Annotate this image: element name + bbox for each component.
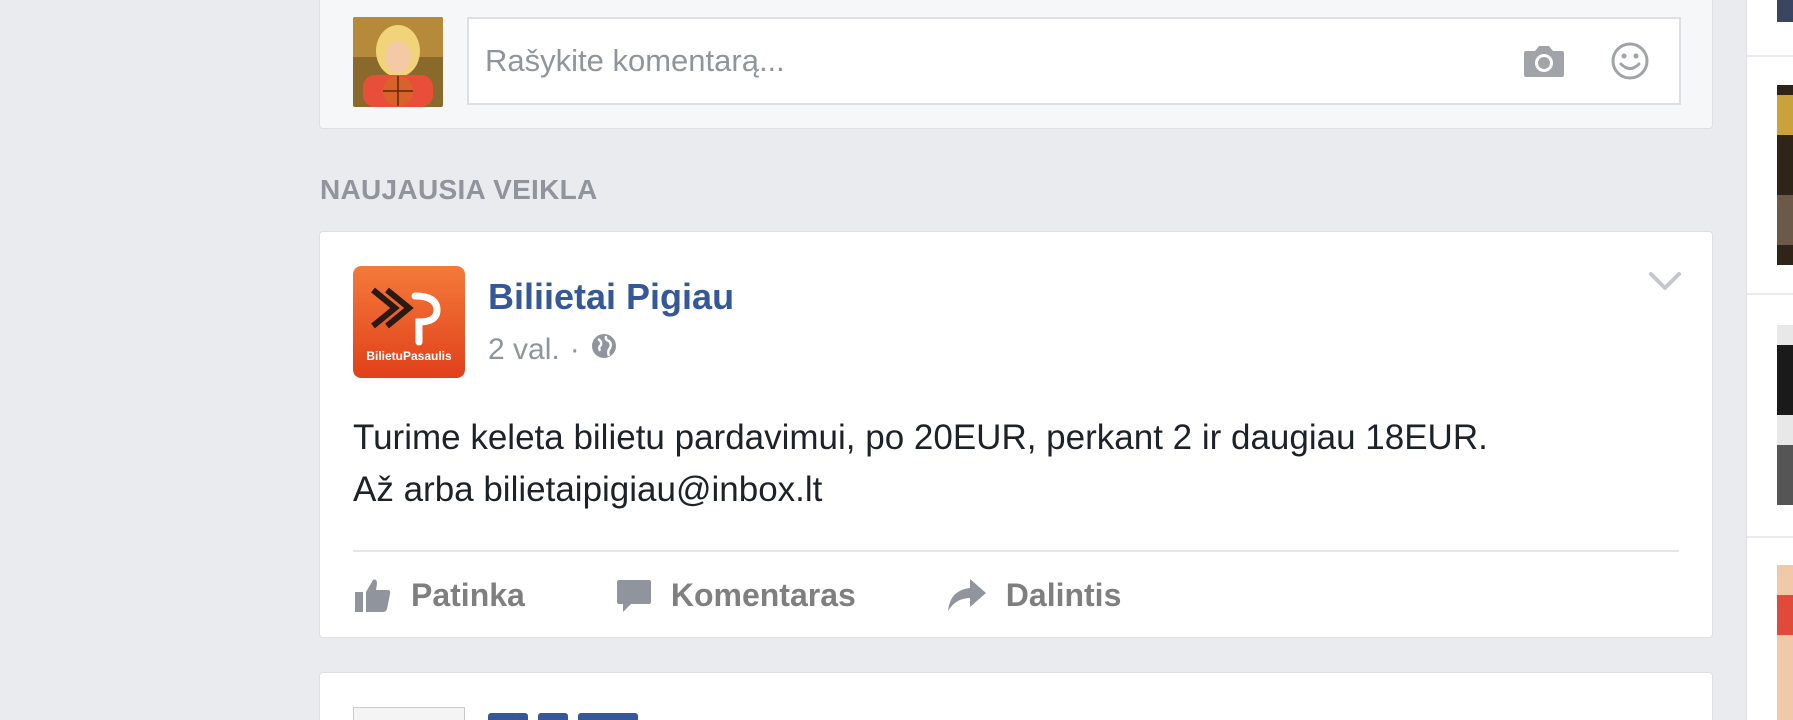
chevron-down-icon[interactable] <box>1647 268 1683 296</box>
thumbnail-detail <box>1777 345 1793 415</box>
next-feed-post <box>319 672 1713 720</box>
rail-divider <box>1747 536 1793 538</box>
page-avatar[interactable]: BilietuPasaulis <box>353 266 465 378</box>
user-avatar-image <box>353 17 443 107</box>
share-button[interactable]: Dalintis <box>946 576 1122 614</box>
logo-caption: BilietuPasaulis <box>366 349 452 363</box>
feed-post: BilietuPasaulis Biliietai Pigiau 2 val. … <box>319 231 1713 638</box>
rail-thumbnail[interactable] <box>1777 325 1793 505</box>
comment-composer-card: Rašykite komentarą... <box>319 0 1713 129</box>
thumbnail-detail <box>1777 595 1793 635</box>
share-icon <box>947 579 986 611</box>
globe-icon[interactable] <box>590 332 618 368</box>
comment-label: Komentaras <box>670 576 856 613</box>
thumbs-up-icon <box>355 579 391 612</box>
rail-thumbnail[interactable] <box>1777 0 1793 22</box>
thumbnail-detail <box>1777 195 1793 245</box>
thumbnail-detail <box>1777 445 1793 505</box>
thumbnail-detail <box>1777 95 1793 135</box>
like-label: Patinka <box>411 576 525 613</box>
post-text-line: Až arba bilietaipigiau@inbox.lt <box>353 470 823 509</box>
text-fragment <box>578 713 638 720</box>
next-post-avatar[interactable] <box>353 707 465 720</box>
share-label: Dalintis <box>1005 576 1122 613</box>
post-actions: Patinka Komentaras Dalintis <box>353 560 1211 630</box>
bilietu-pasaulis-logo-icon: BilietuPasaulis <box>353 266 465 378</box>
recent-activity-heading: NAUJAUSIA VEIKLA <box>320 174 598 205</box>
like-button[interactable]: Patinka <box>353 576 525 614</box>
comment-icon <box>616 580 651 612</box>
comment-input-placeholder: Rašykite komentarą... <box>485 43 785 78</box>
comment-button[interactable]: Komentaras <box>615 576 856 614</box>
rail-divider <box>1747 293 1793 295</box>
post-body: Turime keleta bilietu pardavimui, po 20E… <box>353 412 1693 516</box>
text-fragment <box>538 713 568 720</box>
text-fragment <box>488 713 528 720</box>
post-meta: 2 val. · <box>488 332 618 368</box>
post-text-line: Turime keleta bilietu pardavimui, po 20E… <box>353 418 1488 457</box>
facebook-page: Rašykite komentarą... NAUJAUSIA VEIKLA B… <box>0 0 1793 720</box>
rail-thumbnail[interactable] <box>1777 85 1793 265</box>
meta-separator: · <box>569 333 580 366</box>
next-post-author[interactable] <box>488 713 728 720</box>
action-divider <box>353 550 1679 552</box>
camera-icon[interactable] <box>1521 38 1567 84</box>
user-avatar[interactable] <box>353 17 443 107</box>
rail-divider <box>1747 55 1793 57</box>
comment-input[interactable]: Rašykite komentarą... <box>467 17 1681 105</box>
right-rail <box>1746 0 1793 720</box>
rail-thumbnail[interactable] <box>1777 565 1793 720</box>
emoji-icon[interactable] <box>1607 38 1653 84</box>
post-author-link[interactable]: Biliietai Pigiau <box>488 276 734 318</box>
post-timestamp[interactable]: 2 val. <box>488 333 560 367</box>
